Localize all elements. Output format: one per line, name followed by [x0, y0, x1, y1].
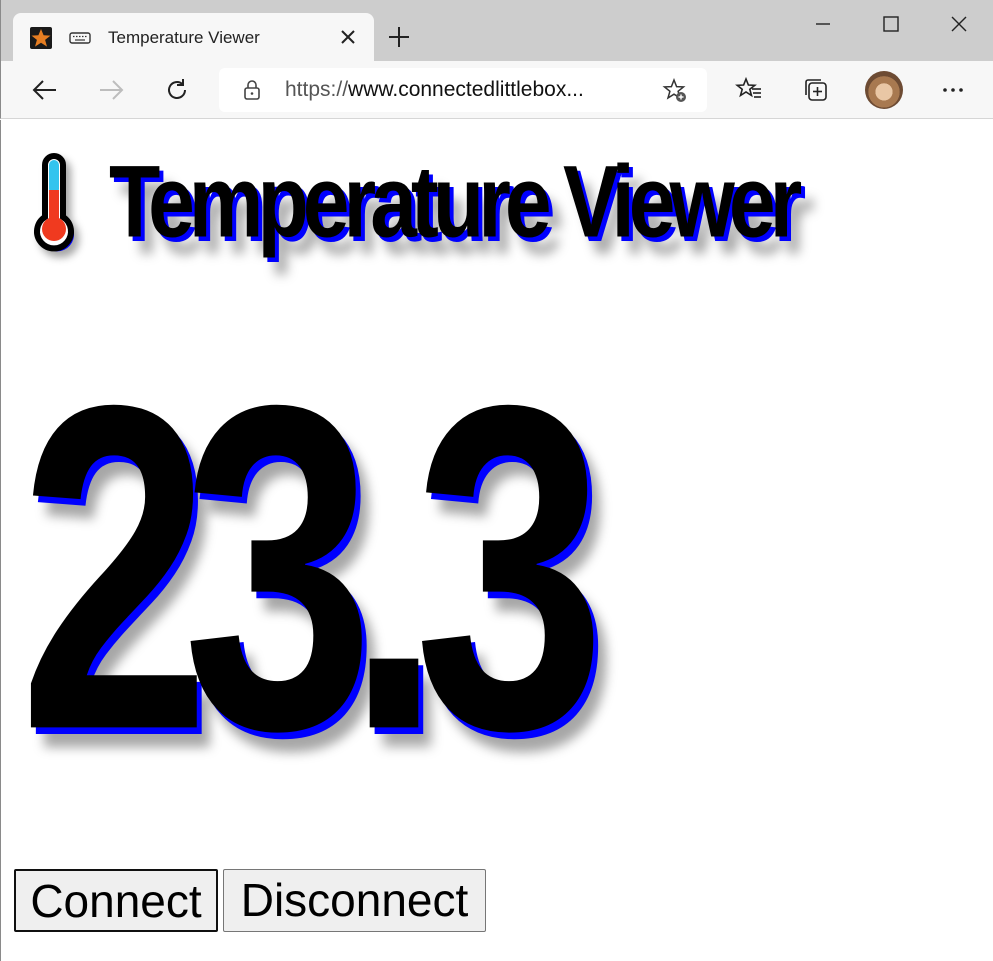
url-text[interactable]: https://www.connectedlittlebox... — [285, 78, 584, 102]
lock-icon[interactable] — [241, 79, 263, 101]
url-protocol: https:// — [285, 78, 349, 101]
keyboard-icon — [69, 32, 91, 44]
minimize-icon[interactable] — [811, 12, 835, 36]
browser-tab[interactable]: Temperature Viewer — [13, 13, 374, 61]
more-icon[interactable] — [939, 76, 967, 104]
tab-title: Temperature Viewer — [108, 28, 260, 47]
url-host: www.connectedlittlebox... — [348, 78, 584, 101]
refresh-icon[interactable] — [163, 76, 191, 104]
favorites-icon[interactable] — [735, 76, 763, 104]
collections-icon[interactable] — [802, 76, 830, 104]
back-icon[interactable] — [31, 76, 59, 104]
tab-strip: Temperature Viewer — [0, 0, 993, 61]
add-favorite-icon[interactable] — [662, 78, 688, 104]
close-tab-icon[interactable] — [339, 28, 357, 46]
close-window-icon[interactable] — [947, 12, 971, 36]
disconnect-button[interactable]: Disconnect — [223, 869, 486, 932]
browser-toolbar: https://www.connectedlittlebox... — [0, 61, 993, 119]
address-bar[interactable]: https://www.connectedlittlebox... — [219, 68, 707, 112]
connect-button[interactable]: Connect — [14, 869, 218, 932]
page-content: Temperature Viewer 23.3 Connect Disconne… — [0, 120, 993, 961]
profile-avatar[interactable] — [865, 71, 903, 109]
page-title: Temperature Viewer — [109, 143, 802, 258]
thermometer-icon — [34, 153, 74, 252]
star-icon — [30, 27, 52, 49]
maximize-icon[interactable] — [879, 12, 903, 36]
page-heading: Temperature Viewer — [23, 143, 802, 258]
forward-icon[interactable] — [97, 76, 125, 104]
temperature-value: 23.3 — [19, 310, 606, 827]
new-tab-icon[interactable] — [387, 25, 411, 49]
